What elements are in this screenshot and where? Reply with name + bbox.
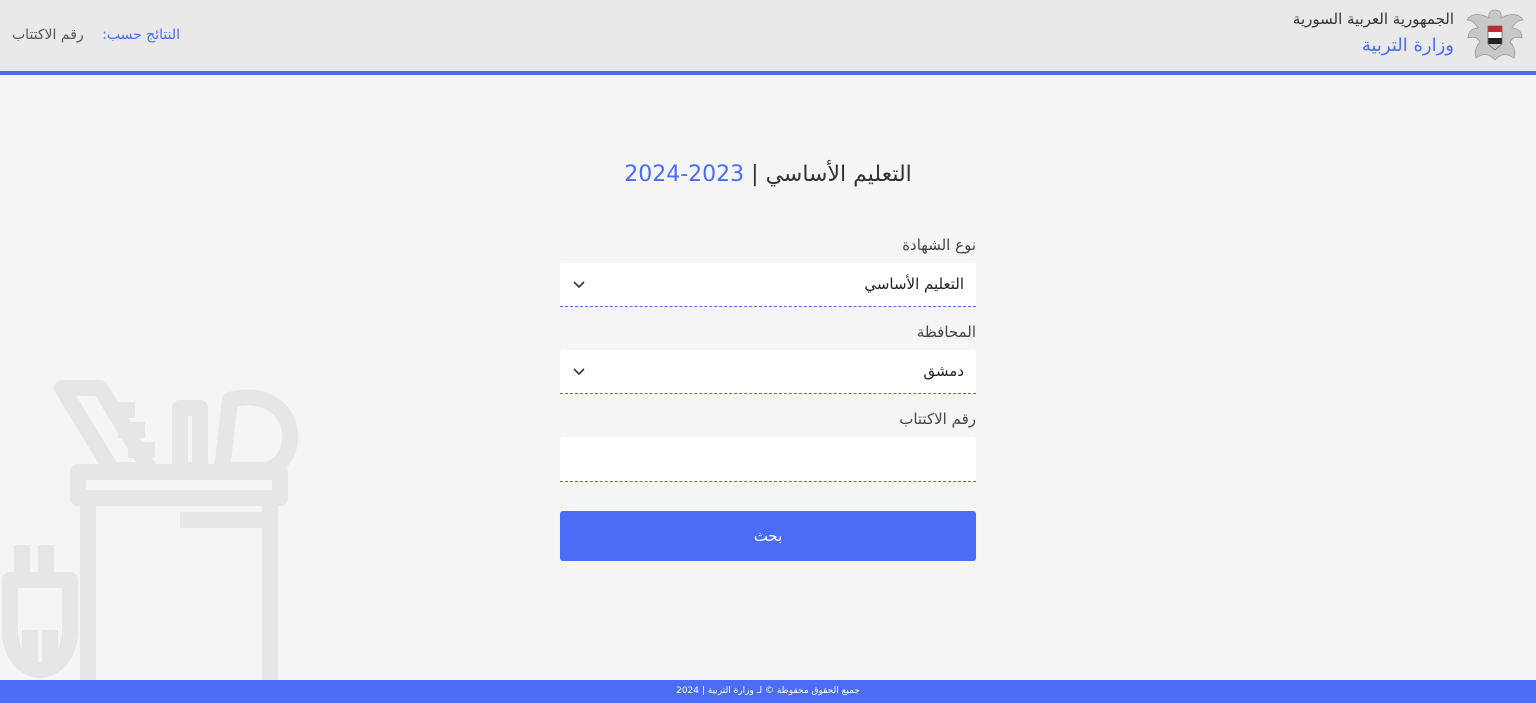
page-title: التعليم الأساسي | 2023-2024 bbox=[560, 162, 976, 187]
emblem-icon bbox=[1466, 9, 1524, 61]
chevron-down-icon bbox=[573, 281, 585, 289]
subscription-number-label: رقم الاكتتاب bbox=[899, 410, 976, 428]
search-button[interactable]: بحث bbox=[560, 511, 976, 561]
subscription-number-input[interactable] bbox=[560, 437, 976, 482]
results-by-value[interactable]: رقم الاكتتاب bbox=[12, 27, 84, 43]
pencil-cup-icon bbox=[2, 380, 299, 680]
certificate-type-value: التعليم الأساسي bbox=[864, 275, 964, 293]
governorate-label: المحافظة bbox=[916, 323, 976, 341]
header-accent-line bbox=[0, 71, 1536, 75]
governorate-value: دمشق bbox=[923, 362, 964, 380]
academic-year: 2023-2024 bbox=[624, 162, 745, 187]
certificate-type-select[interactable]: التعليم الأساسي bbox=[560, 263, 976, 307]
governorate-select[interactable]: دمشق bbox=[560, 350, 976, 394]
results-by: النتائج حسب: رقم الاكتتاب bbox=[12, 27, 180, 43]
government-name: الجمهورية العربية السورية bbox=[1292, 10, 1454, 28]
title-text: التعليم الأساسي bbox=[765, 162, 912, 187]
chevron-down-icon bbox=[573, 368, 585, 376]
footer: جميع الحقوق محفوظة © لـ وزارة التربية | … bbox=[0, 680, 1536, 703]
header-bar: الجمهورية العربية السورية وزارة التربية … bbox=[0, 0, 1536, 71]
ministry-name: وزارة التربية bbox=[1361, 35, 1454, 56]
results-by-label: النتائج حسب: bbox=[102, 27, 180, 43]
certificate-type-label: نوع الشهادة bbox=[902, 236, 976, 254]
title-separator: | bbox=[751, 162, 759, 187]
